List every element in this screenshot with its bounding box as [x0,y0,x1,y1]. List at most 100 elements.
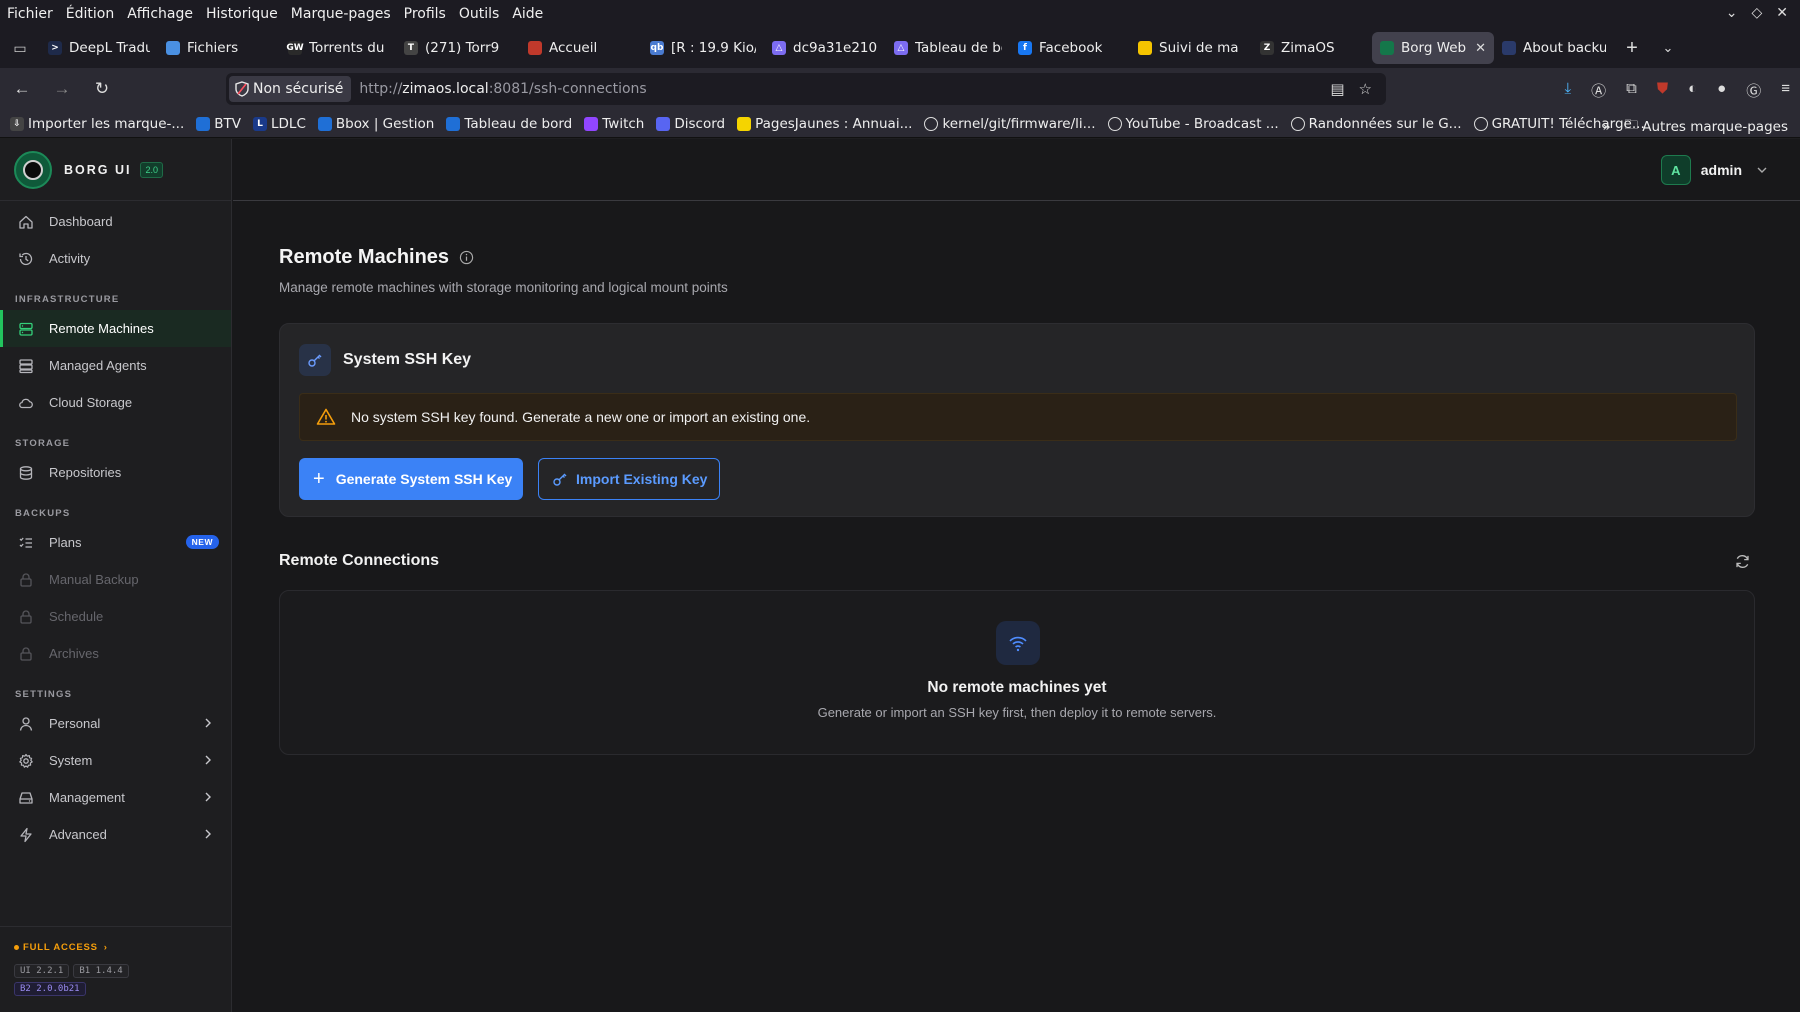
menu--dition[interactable]: Édition [66,6,114,22]
bookmark-item[interactable]: Discord [656,116,725,132]
menu-affichage[interactable]: Affichage [127,6,193,22]
browser-tab[interactable]: About backup [1494,32,1614,64]
sidebar-item-system[interactable]: System [0,742,231,779]
list-all-tabs-icon[interactable]: ⌄ [1650,40,1686,56]
tab-favicon-icon: T [404,41,418,55]
sidebar-item-managed-agents[interactable]: Managed Agents [0,347,231,384]
menu-fichier[interactable]: Fichier [7,6,53,22]
browser-tab[interactable]: △ dc9a31e21002 [764,32,886,64]
ublock-icon[interactable]: ⛊ [1657,80,1668,101]
sidebar-item-label: Personal [49,716,101,731]
sidebar-item-activity[interactable]: Activity [0,240,231,277]
reader-view-icon[interactable]: ▤ [1330,80,1344,98]
sidebar-item-personal[interactable]: Personal [0,705,231,742]
forward-icon[interactable]: → [44,71,80,107]
browser-tab[interactable]: Accueil [520,32,642,64]
main-content: Remote Machines Manage remote machines w… [279,243,1755,755]
tab-title: Torrents du jo [309,40,388,56]
close-tab-icon[interactable]: ✕ [1475,41,1486,56]
browser-tab[interactable]: △ Tableau de bo [886,32,1010,64]
tab-title: Suivi de ma let [1159,40,1244,56]
tab-favicon-icon [166,41,180,55]
browser-tab[interactable]: Borg Web U ✕ [1372,32,1494,64]
generate-ssh-key-button[interactable]: + Generate System SSH Key [299,458,523,500]
info-icon[interactable] [459,250,474,265]
page-title: Remote Machines [279,243,1755,271]
url-bar[interactable]: Non sécurisé http://zimaos.local:8081/ss… [226,73,1386,105]
menu-outils[interactable]: Outils [459,6,499,22]
browser-tab[interactable]: Suivi de ma let [1130,32,1252,64]
bookmark-favicon-icon [656,116,671,131]
menu-profils[interactable]: Profils [404,6,446,22]
refresh-icon[interactable] [1734,553,1751,570]
user-menu[interactable]: A admin [1660,155,1768,185]
bookmark-item[interactable]: BTV [196,116,241,132]
tab-overview-icon[interactable]: ▭ [0,28,40,68]
bookmark-item[interactable]: Tableau de bord [446,116,572,132]
menu-historique[interactable]: Historique [206,6,278,22]
menu-marque-pages[interactable]: Marque-pages [291,6,391,22]
menu-aide[interactable]: Aide [512,6,543,22]
extensions-icon[interactable]: ⧉ [1626,80,1637,101]
tab-title: About backup [1523,40,1606,56]
bookmark-favicon-icon: L [253,116,267,131]
generate-ssh-key-label: Generate System SSH Key [335,471,513,487]
sidebar-item-archives[interactable]: Archives [0,635,231,672]
extension-icon[interactable]: ◐ [1688,80,1697,101]
bookmark-item[interactable]: ⇩ Importer les marque-... [10,116,184,132]
extension-g-icon[interactable]: Ⓖ [1746,80,1761,101]
browser-tab[interactable]: T (271) Torr9 [396,32,520,64]
account-icon[interactable]: Ⓐ [1591,80,1606,101]
sidebar-item-plans[interactable]: Plans NEW [0,524,231,561]
sidebar-item-schedule[interactable]: Schedule [0,598,231,635]
bookmark-item[interactable]: Twitch [584,116,644,132]
brand[interactable]: BORG UI 2.0 [0,139,231,201]
tab-favicon-icon: GW [286,41,304,55]
ssh-key-card: System SSH Key No system SSH key found. … [279,323,1755,517]
tab-favicon-icon: > [48,41,62,55]
bookmark-item[interactable]: L LDLC [253,116,306,132]
bookmark-item[interactable]: Randonnées sur le G... [1290,116,1462,132]
sidebar-section-title: INFRASTRUCTURE [15,293,120,305]
bookmark-item[interactable]: YouTube - Broadcast ... [1107,116,1279,132]
bookmark-star-icon[interactable]: ☆ [1359,80,1372,98]
bookmark-item[interactable]: PagesJaunes : Annuai... [737,116,912,132]
globe-icon [924,116,939,131]
overflow-chevron-icon[interactable]: » [1602,119,1610,135]
reload-icon[interactable]: ↻ [84,71,120,107]
new-tab-icon[interactable]: + [1614,37,1650,60]
browser-tab[interactable]: Z ZimaOS [1252,32,1372,64]
bookmark-item[interactable]: Bbox | Gestion [317,116,434,132]
sidebar-item-manual-backup[interactable]: Manual Backup [0,561,231,598]
import-existing-key-button[interactable]: Import Existing Key [538,458,720,500]
bookmark-label: Twitch [602,115,645,132]
browser-tab[interactable]: qb [R : 19.9 Kio/s, [642,32,764,64]
extension-dot-icon[interactable]: ● [1717,80,1726,101]
tab-favicon-icon [1380,41,1394,55]
browser-menubar: Fichier Édition Affichage Historique Marque-… [0,0,1800,28]
other-bookmarks[interactable]: » 🗀 Autres marque-pages [1602,115,1788,138]
back-icon[interactable]: ← [4,71,40,107]
restore-icon[interactable]: ◇ [1751,4,1762,21]
sidebar-item-label: Remote Machines [49,321,154,336]
minimize-icon[interactable]: ⌄ [1726,4,1738,21]
downloads-icon[interactable]: ⤓ [1564,80,1571,101]
browser-tab[interactable]: f Facebook [1010,32,1130,64]
sidebar-item-remote-machines[interactable]: Remote Machines [0,310,231,347]
browser-tab[interactable]: > DeepL Traducti [40,32,158,64]
browser-tab[interactable]: Fichiers [158,32,280,64]
sidebar-item-label: Repositories [49,465,122,480]
sidebar-item-management[interactable]: Management [0,779,231,816]
url-text[interactable]: http://zimaos.local:8081/ssh-connections [359,81,646,97]
sidebar-item-advanced[interactable]: Advanced [0,816,231,853]
security-indicator[interactable]: Non sécurisé [229,76,352,102]
sidebar-item-dashboard[interactable]: Dashboard [0,203,231,240]
folder-icon: 🗀 [1624,117,1639,133]
app-menu-icon[interactable]: ≡ [1781,80,1790,101]
sidebar-item-repositories[interactable]: Repositories [0,454,231,491]
access-level[interactable]: FULL ACCESS › [14,942,231,953]
close-window-icon[interactable]: ✕ [1776,4,1788,21]
browser-tab[interactable]: GW Torrents du jo [280,32,396,64]
bookmark-item[interactable]: kernel/git/firmware/li... [924,116,1096,132]
sidebar-item-cloud-storage[interactable]: Cloud Storage [0,384,231,421]
